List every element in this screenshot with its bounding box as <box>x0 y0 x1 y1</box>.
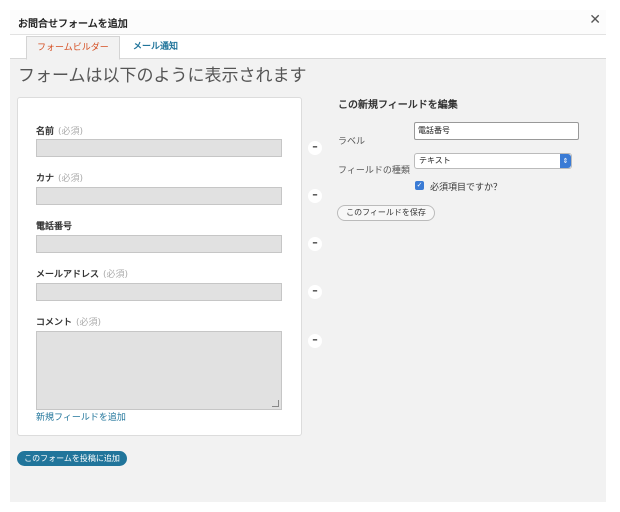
field-label-kana: カナ (必須) <box>36 171 83 184</box>
field-label-text: メールアドレス <box>36 270 100 280</box>
field-type-caption: フィールドの種類 <box>338 166 410 176</box>
remove-field-icon[interactable]: – <box>308 285 322 299</box>
field-label-comment: コメント (必須) <box>36 315 101 328</box>
field-label-phone: 電話番号 <box>36 219 76 232</box>
modal-title: お問合せフォームを追加 <box>18 19 128 30</box>
required-note: (必須) <box>58 127 84 137</box>
resize-handle-icon[interactable] <box>272 400 279 407</box>
field-label-name: 名前 (必須) <box>36 124 83 137</box>
phone-input-preview[interactable] <box>36 235 282 253</box>
modal-titlebar: お問合せフォームを追加 ✕ <box>10 10 606 35</box>
required-note: (必須) <box>103 270 129 280</box>
field-type-value: テキスト <box>419 156 451 165</box>
field-label-text: カナ <box>36 174 55 184</box>
name-input-preview[interactable] <box>36 139 282 157</box>
field-label-text: 電話番号 <box>36 222 73 232</box>
form-preview-panel: 名前 (必須) – カナ (必須) – 電話番号 – メールアドレス (必須) – コ… <box>17 97 322 436</box>
remove-field-icon[interactable]: – <box>308 189 322 203</box>
email-input-preview[interactable] <box>36 283 282 301</box>
preview-heading: フォームは以下のように表示されます <box>18 66 307 86</box>
close-icon[interactable]: ✕ <box>589 12 601 28</box>
tab-email-notification[interactable]: メール通知 <box>123 36 188 58</box>
tab-bar: フォームビルダー メール通知 <box>10 35 606 60</box>
remove-field-icon[interactable]: – <box>308 237 322 251</box>
required-checkbox[interactable]: ✓ <box>415 181 424 190</box>
field-label-text: 名前 <box>36 127 55 137</box>
remove-field-icon[interactable]: – <box>308 141 322 155</box>
field-label-email: メールアドレス (必須) <box>36 267 128 280</box>
field-type-select[interactable]: テキスト ⇕ <box>414 153 572 169</box>
required-note: (必須) <box>58 174 84 184</box>
add-form-to-post-button[interactable]: このフォームを投稿に追加 <box>17 451 127 466</box>
remove-field-icon[interactable]: – <box>308 334 322 348</box>
select-arrows-icon: ⇕ <box>560 154 571 168</box>
field-label-input[interactable]: 電話番号 <box>414 122 579 140</box>
save-field-button[interactable]: このフィールドを保存 <box>337 205 435 221</box>
kana-input-preview[interactable] <box>36 187 282 205</box>
field-editor-title: この新規フィールドを編集 <box>338 100 458 111</box>
tab-form-builder[interactable]: フォームビルダー <box>26 36 120 60</box>
comment-textarea-preview[interactable] <box>36 331 282 410</box>
label-caption: ラベル <box>338 137 366 147</box>
required-checkbox-label: 必須項目ですか？ <box>430 183 503 193</box>
add-new-field-link[interactable]: 新規フィールドを追加 <box>36 410 126 423</box>
field-label-text: コメント <box>36 318 73 328</box>
required-note: (必須) <box>76 318 102 328</box>
